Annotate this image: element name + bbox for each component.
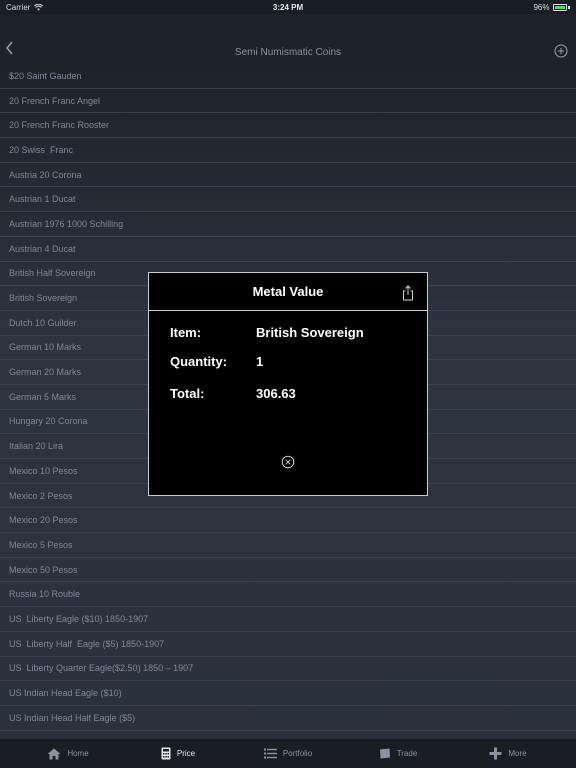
share-icon[interactable] [401,285,415,301]
list-item[interactable]: US Liberty Quarter Eagle($2.50) 1850 – 1… [0,657,576,682]
list-item[interactable]: US Indian Head Half Eagle ($5) [0,706,576,731]
quantity-label: Quantity: [170,353,228,369]
list-item[interactable]: Mexico 20 Pesos [0,508,576,534]
status-right: 96% [450,3,570,12]
carrier-label: Carrier [6,2,31,12]
tab-home-label: Home [67,749,89,758]
list-item[interactable]: Austria 20 Corona [0,163,576,188]
page-title: Semi Numismatic Coins [234,46,342,58]
tab-trade-label: Trade [396,749,418,758]
add-circle-icon[interactable] [554,44,568,58]
plus-icon [489,747,502,760]
list-item[interactable]: Mexico 5 Pesos [0,533,576,558]
tab-more[interactable]: More [453,747,563,760]
battery-level [555,5,566,9]
dialog-header: Metal Value [149,273,427,311]
trade-icon [379,748,390,759]
close-icon[interactable] [281,455,295,469]
tab-bar: Home Price Portfolio Trade More [0,738,576,768]
status-time: 3:24 PM [272,2,304,12]
list-item[interactable]: Austrian 1 Ducat [0,187,576,213]
list-item[interactable]: Austrian 1976 1000 Schilling [0,212,576,237]
item-label: Item: [170,324,202,340]
quantity-row: Quantity: 1 [170,353,264,369]
item-value: British Sovereign [256,324,364,340]
tab-more-label: More [508,749,527,758]
list-item[interactable]: US Liberty Half Eagle ($5) 1850-1907 [0,632,576,657]
status-left: Carrier [6,3,126,12]
calculator-icon [161,747,171,760]
list-item[interactable]: Mexico 50 Pesos [0,558,576,583]
wifi-icon [34,3,44,11]
list-item[interactable]: $20 Saint Gauden [0,64,576,89]
tab-home[interactable]: Home [13,748,123,760]
list-item[interactable]: 20 Swiss Franc [0,138,576,163]
tab-portfolio[interactable]: Portfolio [233,748,343,759]
list-item[interactable]: US Liberty Eagle ($10) 1850-1907 [0,607,576,632]
back-chevron-icon[interactable] [4,41,16,55]
tab-price[interactable]: Price [123,747,233,760]
status-bar: Carrier 3:24 PM 96% [0,0,576,14]
navigation-bar: Semi Numismatic Coins [0,14,576,64]
list-item[interactable]: Russia 10 Rouble [0,582,576,608]
battery-percent: 96% [533,2,550,12]
list-item[interactable]: 20 French Franc Angel [0,89,576,114]
total-value: 306.63 [256,385,296,401]
item-row: Item: British Sovereign [170,324,364,340]
home-icon [47,748,61,759]
tab-price-label: Price [176,749,196,758]
total-label: Total: [170,385,205,401]
list-item[interactable]: Austrian 4 Ducat [0,237,576,262]
metal-value-dialog: Metal Value Item: British Sovereign Quan… [148,272,428,496]
battery-icon [553,3,570,11]
tab-trade[interactable]: Trade [343,748,453,759]
total-row: Total: 306.63 [170,385,296,401]
list-item[interactable]: US Indian Head Eagle ($10) [0,681,576,706]
list-item[interactable]: 20 French Franc Rooster [0,113,576,139]
quantity-value: 1 [256,353,264,369]
list-icon [263,748,277,759]
tab-portfolio-label: Portfolio [282,749,313,758]
dialog-title: Metal Value [252,284,324,299]
